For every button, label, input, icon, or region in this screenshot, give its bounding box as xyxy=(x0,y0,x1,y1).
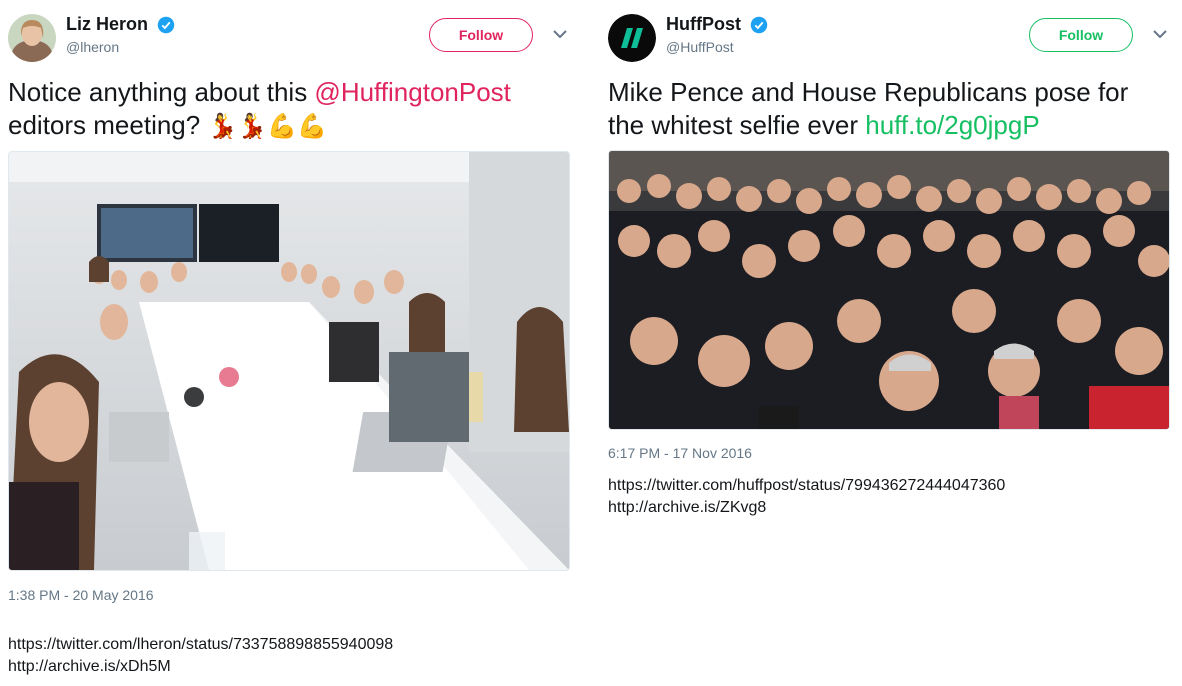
tweet-text: Notice anything about this @HuffingtonPo… xyxy=(8,76,578,143)
flexed-biceps-emoji: 💪 xyxy=(297,113,328,140)
tweet-timestamp[interactable]: 1:38 PM - 20 May 2016 xyxy=(8,587,154,603)
tweet-text: Mike Pence and House Republicans pose fo… xyxy=(608,76,1178,142)
author-handle[interactable]: @HuffPost xyxy=(666,39,768,55)
tweet-text-line2: editors meeting? xyxy=(8,110,201,140)
status-url: https://twitter.com/huffpost/status/7994… xyxy=(608,477,1006,494)
tweet-text-line1: Mike Pence and House Republicans pose fo… xyxy=(608,77,1129,107)
flexed-biceps-emoji: 💪 xyxy=(267,113,298,140)
short-link[interactable]: huff.to/2g0jpgP xyxy=(865,110,1039,140)
tweet-text-prefix: Notice anything about this xyxy=(8,77,315,107)
status-url: https://twitter.com/lheron/status/733758… xyxy=(8,636,394,653)
tweet-photo-selfie[interactable] xyxy=(608,150,1170,430)
tweet-liz-heron: Liz Heron @lheron Follow Notice anything… xyxy=(0,0,590,686)
dancer-emoji: 💃 xyxy=(207,113,238,140)
dancer-emoji: 💃 xyxy=(237,113,268,140)
archive-url: http://archive.is/ZKvg8 xyxy=(608,499,767,516)
mention-link[interactable]: @HuffingtonPost xyxy=(314,77,510,107)
tweet-huffpost: HuffPost @HuffPost Follow Mike Pence and… xyxy=(600,0,1182,686)
tweet-photo-meeting[interactable] xyxy=(8,151,570,571)
author-name[interactable]: HuffPost xyxy=(666,14,741,35)
author-name[interactable]: Liz Heron xyxy=(66,14,148,35)
follow-button[interactable]: Follow xyxy=(1029,18,1133,52)
tweet-text-line2: the whitest selfie ever xyxy=(608,110,866,140)
author-handle[interactable]: @lheron xyxy=(66,39,175,55)
avatar[interactable] xyxy=(8,14,56,62)
chevron-down-icon[interactable] xyxy=(1153,29,1167,39)
verified-badge-icon xyxy=(751,16,768,33)
follow-button[interactable]: Follow xyxy=(429,18,533,52)
verified-badge-icon xyxy=(158,16,175,33)
chevron-down-icon[interactable] xyxy=(553,29,567,39)
tweet-timestamp[interactable]: 6:17 PM - 17 Nov 2016 xyxy=(608,445,752,461)
avatar[interactable] xyxy=(608,14,656,62)
archive-url: http://archive.is/xDh5M xyxy=(8,658,171,675)
